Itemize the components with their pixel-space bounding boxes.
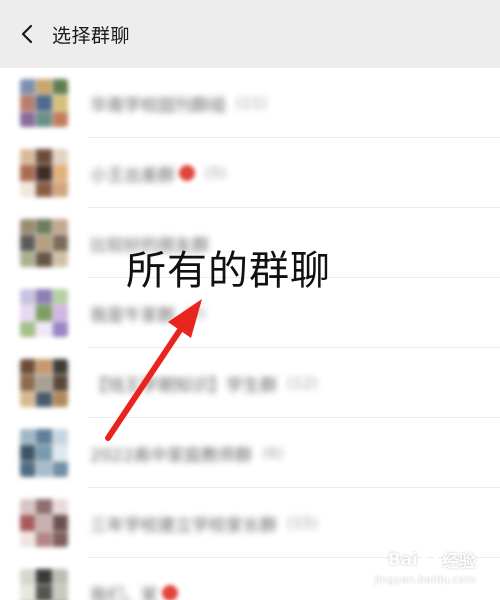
group-avatar	[20, 149, 68, 197]
group-avatar	[20, 79, 68, 127]
group-chat-row[interactable]: 华南学校园刊群组 (11)	[0, 68, 500, 138]
annotation-label: 所有的群聊	[126, 248, 331, 294]
watermark-brand-right: 经验	[442, 552, 476, 572]
emoji-icon	[179, 165, 195, 181]
watermark-url: jingyan.baidu.com	[374, 573, 476, 586]
group-member-count: (15)	[287, 514, 318, 532]
group-member-count: (12)	[287, 374, 318, 392]
group-name: 2022高中家庭教师群	[90, 445, 253, 466]
group-chat-list: 华南学校园刊群组 (11) 小王出差群 (5) 比较好的朋友群 我是牛家群 (8) 【钱王学期…	[0, 68, 500, 600]
group-chat-row[interactable]: 小王出差群 (5)	[0, 138, 500, 208]
chevron-left-icon	[21, 24, 33, 44]
group-avatar	[20, 499, 68, 547]
top-bar: 选择群聊	[0, 0, 500, 68]
group-name: 我们，家	[90, 585, 158, 600]
page-title: 选择群聊	[52, 24, 131, 47]
baidu-jingyan-watermark: Bai 经验 jingyan.baidu.com	[374, 547, 476, 587]
group-name: 华南学校园刊群组	[90, 95, 226, 116]
group-member-count: (5)	[205, 164, 227, 182]
screen: 选择群聊 华南学校园刊群组 (11) 小王出差群 (5) 比较好的朋友群 我是牛家群 (8)…	[0, 0, 500, 600]
group-member-count: (8)	[185, 304, 207, 322]
group-avatar	[20, 569, 68, 600]
back-button[interactable]	[6, 12, 50, 56]
group-avatar	[20, 289, 68, 337]
group-member-count: (11)	[236, 94, 267, 112]
group-member-count: (6)	[262, 444, 284, 462]
group-name: 小王出差群	[90, 165, 175, 186]
watermark-brand-left: Bai	[387, 549, 418, 570]
group-avatar	[20, 219, 68, 267]
group-chat-row[interactable]: 2022高中家庭教师群 (6)	[0, 418, 500, 488]
group-name: 三年学校建立学校家长群	[90, 515, 277, 536]
paw-icon	[422, 552, 439, 567]
group-avatar	[20, 359, 68, 407]
group-avatar	[20, 429, 68, 477]
group-chat-row[interactable]: 【钱王学期知识】学生群 (12)	[0, 348, 500, 418]
emoji-icon	[162, 585, 178, 600]
group-name: 【钱王学期知识】学生群	[90, 375, 277, 396]
group-name: 我是牛家群	[90, 305, 175, 326]
